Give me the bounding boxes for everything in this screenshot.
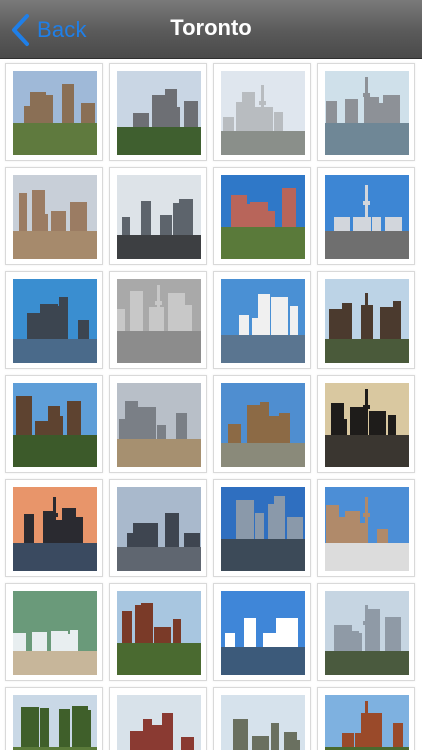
photo-thumbnail[interactable] [109, 583, 207, 681]
photo-thumbnail[interactable] [213, 479, 311, 577]
cn-tower-skyline-photo [325, 71, 409, 155]
photo-thumbnail[interactable] [317, 63, 415, 161]
fountain-photo [13, 591, 97, 675]
page-title: Toronto [170, 15, 252, 40]
condo-street-photo [221, 71, 305, 155]
church-spire-photo [325, 279, 409, 363]
glass-tower-street-photo [325, 175, 409, 259]
lake-skyline-photo [13, 279, 97, 363]
waterfront-winter-photo [117, 175, 201, 259]
totem-pole-photo [13, 383, 97, 467]
photo-thumbnail[interactable] [317, 479, 415, 577]
photo-thumbnail[interactable] [109, 167, 207, 265]
victorian-house-photo [117, 591, 201, 675]
brick-street-photo [117, 695, 201, 750]
park-trees-photo [13, 695, 97, 750]
photo-thumbnail[interactable] [5, 271, 103, 369]
photo-thumbnail[interactable] [213, 375, 311, 473]
dusk-cn-tower-photo [13, 487, 97, 571]
photo-thumbnail[interactable] [109, 687, 207, 750]
photo-thumbnail[interactable] [317, 687, 415, 750]
photo-thumbnail[interactable] [5, 583, 103, 681]
photo-thumbnail[interactable] [109, 63, 207, 161]
marina-photo [221, 279, 305, 363]
photo-thumbnail[interactable] [5, 687, 103, 750]
photo-thumbnail[interactable] [5, 375, 103, 473]
cloudy-skyline-photo [221, 591, 305, 675]
photo-thumbnail[interactable] [317, 167, 415, 265]
photo-thumbnail[interactable] [213, 271, 311, 369]
downtown-towers-photo [117, 71, 201, 155]
photo-thumbnail[interactable] [317, 583, 415, 681]
office-towers-photo [117, 487, 201, 571]
photo-grid [5, 63, 421, 750]
snowy-residential-photo [325, 487, 409, 571]
twin-towers-photo [325, 591, 409, 675]
aerial-downtown-photo [117, 279, 201, 363]
photo-thumbnail[interactable] [213, 167, 311, 265]
photo-thumbnail[interactable] [109, 479, 207, 577]
sunset-skyline-photo [325, 383, 409, 467]
stone-building-photo [13, 71, 97, 155]
city-hall-photo [221, 487, 305, 571]
financial-district-photo [117, 383, 201, 467]
photo-thumbnail[interactable] [213, 63, 311, 161]
photo-thumbnail[interactable] [109, 375, 207, 473]
navigation-bar: Back Toronto [0, 0, 422, 59]
photo-thumbnail[interactable] [317, 271, 415, 369]
photo-thumbnail[interactable] [5, 167, 103, 265]
red-brick-tower-photo [221, 175, 305, 259]
photo-thumbnail[interactable] [213, 687, 311, 750]
photo-thumbnail[interactable] [5, 479, 103, 577]
photo-gallery-screen: Back Toronto [0, 0, 422, 750]
clock-tower-photo [325, 695, 409, 750]
photo-thumbnail[interactable] [5, 63, 103, 161]
photo-thumbnail[interactable] [317, 375, 415, 473]
rooftop-campus-photo [13, 175, 97, 259]
photo-thumbnail[interactable] [213, 583, 311, 681]
cathedral-photo [221, 383, 305, 467]
photo-thumbnail[interactable] [109, 271, 207, 369]
sports-field-photo [221, 695, 305, 750]
